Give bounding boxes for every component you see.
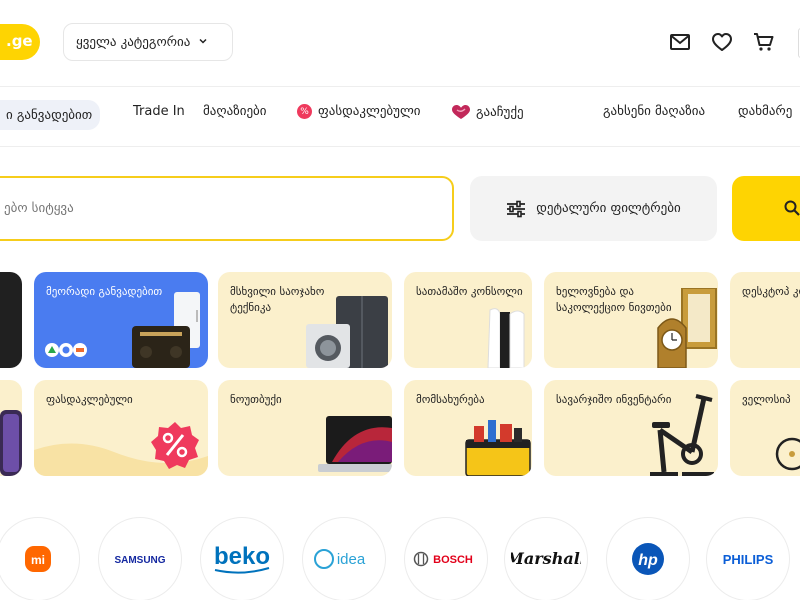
nav-item-label: ი განვადებით (6, 107, 93, 123)
site-logo[interactable]: .ge (0, 24, 40, 60)
category-card-phones-partial[interactable] (0, 380, 22, 476)
nav-item-gift[interactable]: გააჩუქე (451, 104, 524, 120)
svg-text:hp: hp (638, 552, 658, 569)
marshall-logo: Marshall (511, 549, 581, 568)
category-card-label: ფასდაკლებული (46, 393, 133, 406)
category-card-used-installment[interactable]: მეორადი განვადებით (34, 272, 208, 368)
heart-gift-icon (452, 105, 470, 119)
nav-item-label: დახმარე (738, 104, 793, 119)
category-card-game-consoles[interactable]: სათამაშო კონსოლი (404, 272, 532, 368)
nav-item-label: ფასდაკლებული (318, 104, 421, 119)
category-card-label: ველოსიპ (742, 393, 791, 406)
category-card-bicycles[interactable]: ველოსიპ (730, 380, 800, 476)
category-card-fitness-equipment[interactable]: სავარჯიშო ინვენტარი (544, 380, 718, 476)
laptop-image (318, 416, 392, 472)
xiaomi-logo: mi (25, 546, 51, 572)
phone-image (0, 410, 22, 476)
nav-item-discounted[interactable]: % ფასდაკლებული (297, 104, 421, 119)
speaker-fridge-image (132, 292, 200, 368)
svg-text:idea: idea (337, 551, 366, 568)
brand-midea[interactable]: idea (302, 517, 386, 600)
mail-icon[interactable] (668, 30, 692, 54)
cart-icon[interactable] (752, 30, 776, 54)
detailed-filters-button[interactable]: დეტალური ფილტრები (470, 176, 717, 241)
search-input[interactable] (4, 201, 304, 216)
svg-text:mi: mi (31, 553, 45, 567)
nav-item-open-store[interactable]: გახსენი მაღაზია (603, 104, 705, 119)
brand-hp[interactable]: hp (606, 517, 690, 600)
washer-fridge-image (306, 296, 388, 368)
header-divider (0, 86, 800, 87)
exercise-bike-image (650, 394, 714, 476)
svg-text:BOSCH: BOSCH (433, 554, 473, 566)
category-card-label: დესკტოპ კომპიუტ (742, 285, 800, 298)
hp-logo: hp (632, 543, 664, 575)
chevron-down-icon (198, 36, 208, 49)
sliders-icon (507, 200, 526, 217)
category-card-large-appliances[interactable]: მსხვილი საოჯახო ტექნიკა (218, 272, 392, 368)
brand-marshall[interactable]: Marshall (504, 517, 588, 600)
category-card-label: მომსახურება (416, 393, 485, 406)
category-card-art-collectibles[interactable]: ხელოვნება და საკოლექციო ნივთები (544, 272, 718, 368)
discount-badge-icon (151, 422, 199, 469)
payment-logos-icon (45, 343, 87, 357)
nav-divider (0, 146, 800, 147)
detailed-filters-label: დეტალური ფილტრები (536, 201, 681, 216)
svg-text:SAMSUNG: SAMSUNG (114, 555, 165, 566)
toolbox-image (465, 420, 531, 476)
brand-samsung[interactable]: SAMSUNG (98, 517, 182, 600)
nav-item-trade-in[interactable]: Trade In (133, 104, 185, 119)
nav-item-installment[interactable]: ი განვადებით (0, 100, 101, 130)
beko-logo: beko (214, 543, 270, 574)
brand-xiaomi[interactable]: mi (0, 517, 80, 600)
category-card-discounted[interactable]: ფასდაკლებული (34, 380, 208, 476)
category-card-label: სათამაშო კონსოლი (416, 285, 523, 298)
philips-logo: PHILIPS (723, 552, 774, 567)
bosch-logo: BOSCH (413, 551, 473, 567)
svg-text:PHILIPS: PHILIPS (723, 552, 774, 567)
samsung-logo: SAMSUNG (114, 555, 165, 566)
console-image (487, 308, 525, 368)
nav-item-stores[interactable]: მაღაზიები (203, 104, 267, 119)
brand-beko[interactable]: beko (200, 517, 284, 600)
bicycle-wheel-image (775, 437, 800, 471)
nav-item-label: მაღაზიები (203, 104, 267, 119)
category-card-label: ნოუთბუქი (230, 393, 282, 406)
clock-frame-image (657, 288, 717, 368)
search-icon (784, 200, 800, 216)
svg-text:Marshall: Marshall (511, 549, 581, 568)
search-button[interactable] (732, 176, 800, 241)
category-card-desktop-computers[interactable]: დესკტოპ კომპიუტ (730, 272, 800, 368)
nav-item-label: გახსენი მაღაზია (603, 104, 706, 119)
category-card-partial[interactable] (0, 272, 22, 368)
nav-item-label: გააჩუქე (476, 104, 524, 120)
brand-bosch[interactable]: BOSCH (404, 517, 488, 600)
midea-logo: idea (314, 549, 366, 569)
nav-item-help[interactable]: დახმარე (738, 104, 792, 119)
category-card-services[interactable]: მომსახურება (404, 380, 532, 476)
heart-icon[interactable] (710, 30, 734, 54)
all-categories-button[interactable]: ყველა კატეგორია (63, 23, 233, 61)
search-box[interactable] (0, 176, 454, 241)
brand-philips[interactable]: PHILIPS (706, 517, 790, 600)
logo-text: .ge (6, 32, 33, 50)
category-card-laptops[interactable]: ნოუთბუქი (218, 380, 392, 476)
nav-item-label: Trade In (133, 104, 185, 119)
all-categories-label: ყველა კატეგორია (76, 34, 191, 50)
svg-text:beko: beko (214, 543, 270, 570)
percent-badge-icon: % (297, 104, 312, 119)
